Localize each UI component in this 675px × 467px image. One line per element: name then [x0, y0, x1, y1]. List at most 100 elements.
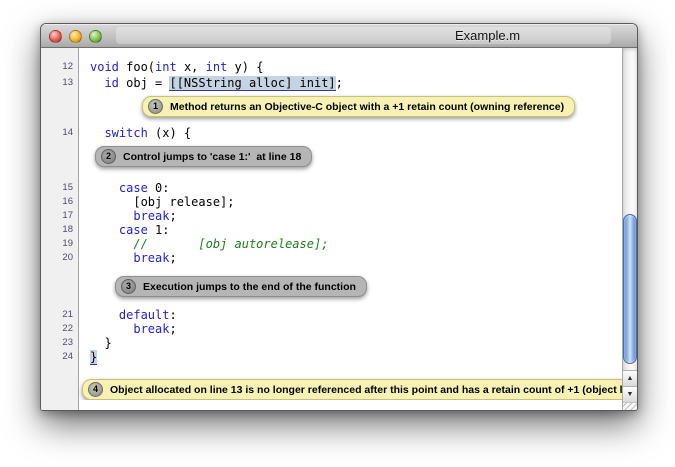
code-text[interactable]: case 0: — [79, 181, 622, 195]
bubble-step-badge: 4 — [88, 382, 103, 397]
code-segment — [90, 76, 104, 90]
bubble-step-badge: 3 — [121, 279, 136, 294]
analyzer-bubble-2[interactable]: 2 Control jumps to 'case 1:' at line 18 — [95, 146, 312, 167]
bubble-row: 4 Object allocated on line 13 is no longe… — [82, 379, 622, 400]
code-text[interactable]: } — [79, 336, 622, 350]
code-segment — [90, 322, 133, 336]
analyzer-highlight: [[NSString alloc] init] — [169, 76, 335, 91]
code-line-18: 18 case 1: — [41, 223, 622, 237]
code-segment — [90, 223, 119, 237]
code-segment: case — [119, 223, 148, 237]
code-line-22: 22 break; — [41, 322, 622, 336]
code-segment: (x) { — [148, 126, 191, 140]
analyzer-bubble-4[interactable]: 4 Object allocated on line 13 is no longe… — [82, 379, 622, 400]
code-segment: 1: — [148, 223, 170, 237]
code-text[interactable]: void foo(int x, int y) { — [79, 60, 622, 74]
line-number: 11 — [41, 48, 79, 53]
code-line-12: 12void foo(int x, int y) { — [41, 60, 622, 74]
line-number: 20 — [41, 251, 79, 265]
analyzer-bubble-3[interactable]: 3 Execution jumps to the end of the funct… — [115, 276, 367, 297]
line-number: 19 — [41, 237, 79, 251]
code-text[interactable]: break; — [79, 209, 622, 223]
code-segment: obj = — [119, 76, 170, 90]
code-segment: default — [119, 308, 170, 322]
line-number: 23 — [41, 336, 79, 350]
code-text[interactable]: default: — [79, 308, 622, 322]
code-line-19: 19 // [obj autorelease]; — [41, 237, 622, 251]
line-number: 22 — [41, 322, 79, 336]
code-text[interactable]: id obj = [[NSString alloc] init]; — [79, 76, 622, 90]
code-text[interactable]: switch (x) { — [79, 126, 622, 140]
code-segment — [90, 251, 133, 265]
line-number: 24 — [41, 350, 79, 364]
code-segment: int — [206, 60, 228, 74]
code-line-17: 17 break; — [41, 209, 622, 223]
vertical-scrollbar[interactable]: ▲ ▼ — [622, 48, 637, 410]
code-line-14: 14 switch (x) { — [41, 126, 622, 140]
code-segment: switch — [104, 126, 147, 140]
code-segment: id — [104, 76, 118, 90]
bubble-step-badge: 1 — [148, 99, 163, 114]
code-segment — [90, 237, 133, 251]
code-segment — [90, 308, 119, 322]
line-number: 18 — [41, 223, 79, 237]
analyzer-highlight: } — [90, 350, 97, 365]
code-text[interactable]: [obj release]; — [79, 195, 622, 209]
code-segment: ; — [169, 251, 176, 265]
code-segment: [obj release]; — [90, 195, 235, 209]
code-text[interactable] — [79, 48, 622, 53]
scrollbar-thumb[interactable] — [623, 214, 637, 364]
bubble-row: 2 Control jumps to 'case 1:' at line 18 — [95, 146, 622, 167]
code-segment: ; — [169, 209, 176, 223]
down-arrow-icon: ▼ — [627, 391, 634, 398]
code-text[interactable]: break; — [79, 251, 622, 265]
line-number: 16 — [41, 195, 79, 209]
code-segment — [90, 209, 133, 223]
bubble-row: 3 Execution jumps to the end of the funct… — [115, 276, 622, 297]
up-arrow-icon: ▲ — [627, 375, 634, 382]
scrollbar-track[interactable] — [623, 48, 637, 370]
bubble-text: Object allocated on line 13 is no longer… — [110, 384, 622, 396]
code-segment: ; — [169, 322, 176, 336]
minimize-button[interactable] — [69, 30, 82, 43]
bubble-text: Execution jumps to the end of the functi… — [143, 281, 356, 293]
close-button[interactable] — [49, 30, 62, 43]
bubble-row: 1Method returns an Objective-C object wi… — [142, 96, 622, 117]
code-text[interactable]: } — [79, 350, 622, 364]
code-segment — [90, 181, 119, 195]
code-line-16: 16 [obj release]; — [41, 195, 622, 209]
code-text[interactable]: // [obj autorelease]; — [79, 237, 622, 251]
code-segment — [90, 126, 104, 140]
titlebar[interactable]: Example.m — [41, 24, 637, 48]
code-line-23: 23 } — [41, 336, 622, 350]
code-editor[interactable]: 11 12void foo(int x, int y) { 1 3 id obj = … — [41, 48, 622, 410]
code-segment: y) { — [227, 60, 263, 74]
code-segment: x, — [177, 60, 206, 74]
analyzer-bubble-1[interactable]: 1Method returns an Objective-C object wi… — [142, 96, 575, 117]
code-segment: } — [90, 336, 112, 350]
code-text[interactable]: case 1: — [79, 223, 622, 237]
scroll-up-button[interactable]: ▲ — [623, 370, 637, 386]
bubble-step-badge: 2 — [101, 149, 116, 164]
code-line-11: 11 — [41, 48, 622, 53]
code-segment: foo( — [119, 60, 155, 74]
scroll-down-button[interactable]: ▼ — [623, 386, 637, 402]
window-controls — [49, 30, 102, 43]
code-segment: 0: — [148, 181, 170, 195]
window-title: Example.m — [455, 28, 520, 43]
code-segment: void — [90, 60, 119, 74]
resize-grip-icon[interactable] — [623, 402, 637, 410]
code-segment: break — [133, 322, 169, 336]
code-line-15: 15 case 0: — [41, 181, 622, 195]
code-segment: int — [155, 60, 177, 74]
zoom-button[interactable] — [89, 30, 102, 43]
code-text[interactable]: break; — [79, 322, 622, 336]
code-segment: : — [169, 308, 176, 322]
line-number: 15 — [41, 181, 79, 195]
line-number: 17 — [41, 209, 79, 223]
line-number: 14 — [41, 126, 79, 140]
bubble-text: Control jumps to 'case 1:' at line 18 — [123, 151, 301, 163]
titlebar-highlight-band — [116, 27, 611, 44]
code-line-20: 20 break; — [41, 251, 622, 265]
window-content: 11 12void foo(int x, int y) { 1 3 id obj = … — [41, 48, 637, 410]
